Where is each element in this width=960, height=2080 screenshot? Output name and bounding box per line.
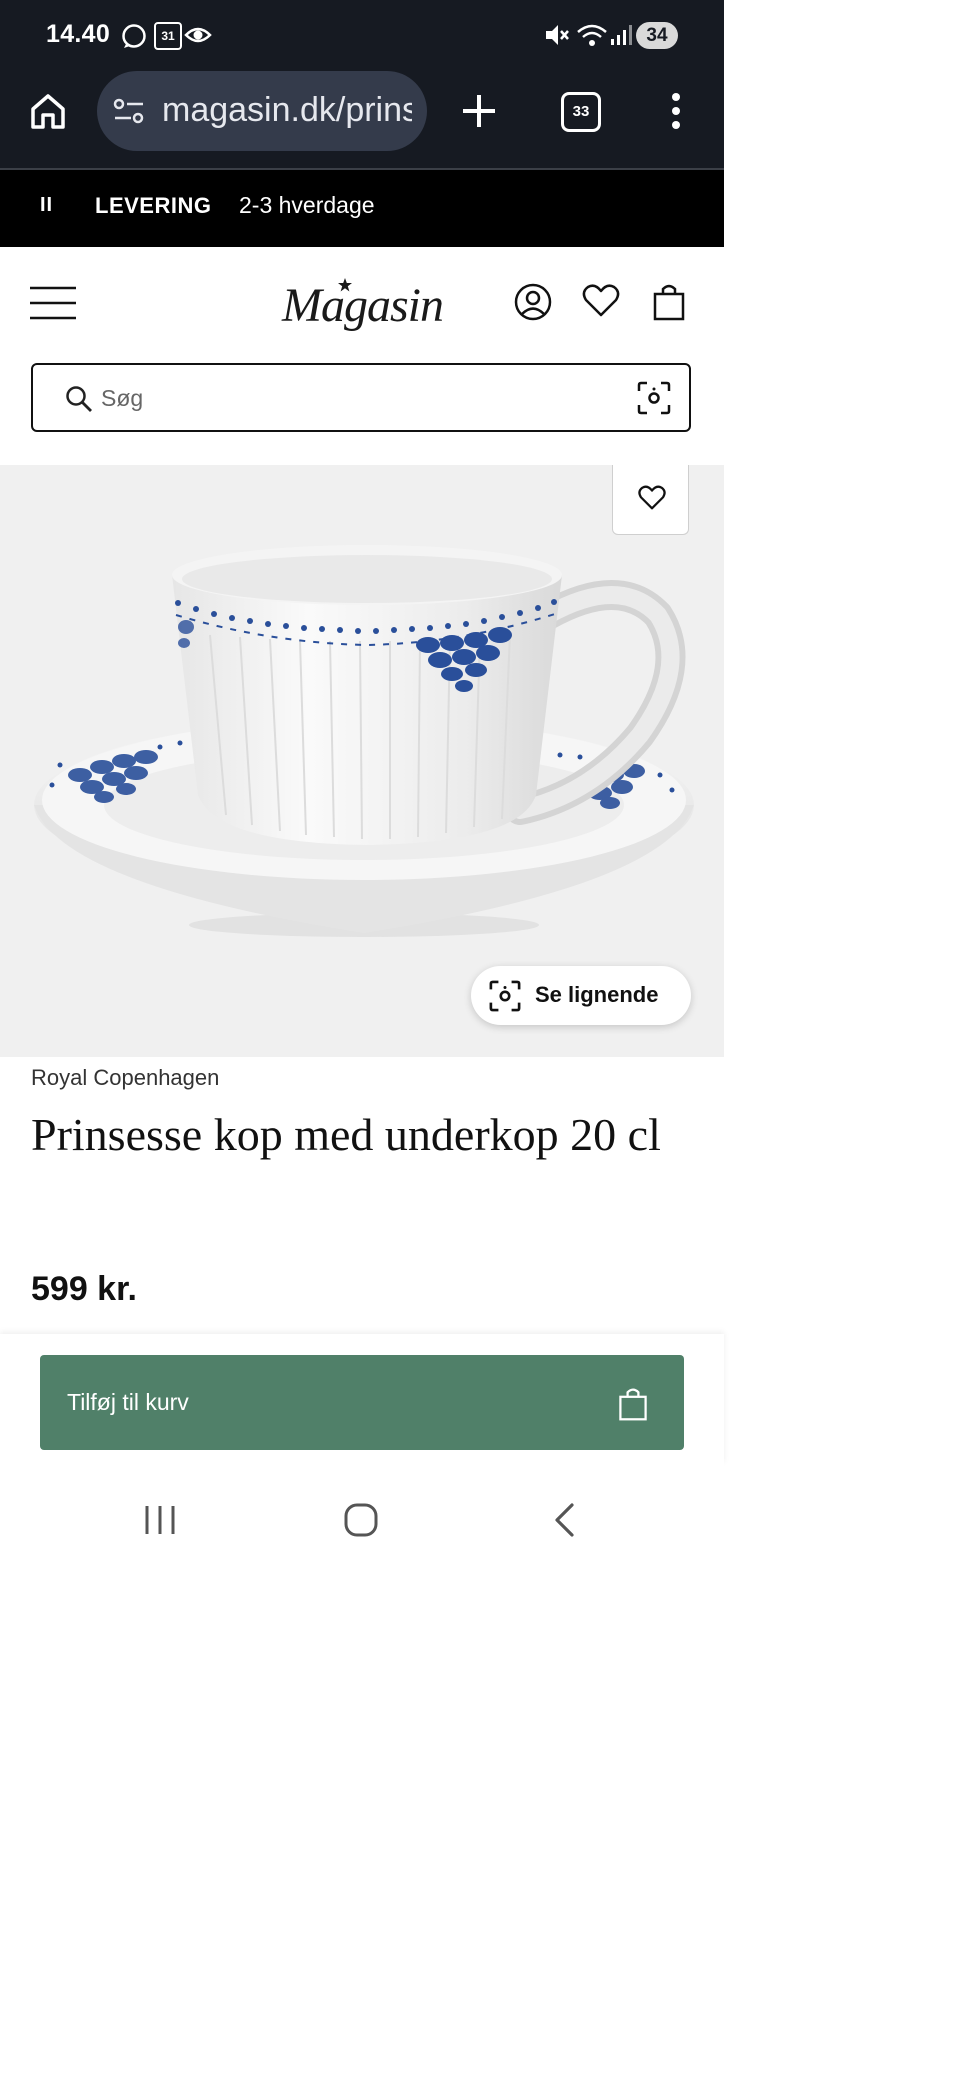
home-icon[interactable] — [28, 91, 68, 131]
wifi-icon — [577, 24, 607, 46]
chat-bubble-icon — [122, 24, 146, 48]
site-logo[interactable]: Magasin — [270, 278, 455, 333]
bag-icon[interactable] — [652, 282, 686, 322]
system-nav-bar — [0, 1464, 724, 1568]
browser-toolbar: magasin.dk/prinsesse-kop-med-underkop 33 — [0, 68, 724, 170]
search-bar[interactable]: Søg — [31, 363, 691, 432]
bag-icon — [619, 1388, 647, 1421]
back-icon[interactable] — [552, 1502, 576, 1538]
visual-search-icon — [489, 980, 521, 1012]
heart-icon — [638, 485, 666, 510]
home-button-icon[interactable] — [343, 1502, 379, 1538]
tabs-icon[interactable]: 33 — [561, 92, 601, 132]
favorite-button[interactable] — [612, 465, 689, 535]
mute-icon — [546, 25, 569, 45]
menu-icon[interactable] — [30, 286, 76, 320]
search-input[interactable]: Søg — [101, 385, 143, 412]
add-to-cart-button[interactable]: Tilføj til kurv — [40, 1355, 684, 1450]
pause-button[interactable]: II — [40, 194, 53, 217]
visual-search-icon[interactable] — [637, 381, 671, 415]
status-time: 14.40 — [46, 20, 111, 48]
add-to-cart-label: Tilføj til kurv — [67, 1389, 189, 1415]
signal-icon — [611, 25, 632, 45]
delivery-days: 2-3 hverdage — [239, 192, 375, 218]
delivery-banner: II LEVERING 2-3 hverdage — [0, 170, 724, 247]
see-similar-button[interactable]: Se lignende — [471, 966, 691, 1025]
product-image[interactable]: Se lignende — [0, 465, 724, 1057]
calendar-icon: 31 — [154, 22, 182, 50]
see-similar-label: Se lignende — [535, 982, 659, 1007]
recent-apps-icon[interactable] — [143, 1504, 177, 1536]
address-bar[interactable]: magasin.dk/prinsesse-kop-med-underkop — [97, 71, 427, 151]
site-settings-icon[interactable] — [113, 97, 145, 125]
product-price: 599 kr. — [31, 1270, 137, 1308]
sticky-cart-bar: Tilføj til kurv — [0, 1334, 724, 1464]
product-brand[interactable]: Royal Copenhagen — [31, 1065, 219, 1091]
logo-star-icon — [338, 278, 352, 292]
new-tab-icon[interactable] — [460, 92, 498, 130]
product-title: Prinsesse kop med underkop 20 cl — [31, 1109, 661, 1160]
search-icon — [66, 386, 92, 412]
heart-icon[interactable] — [582, 284, 620, 318]
more-menu-icon[interactable] — [668, 92, 684, 130]
delivery-label: LEVERING — [95, 193, 212, 218]
eye-icon — [184, 27, 212, 43]
account-icon[interactable] — [514, 283, 552, 321]
url-text[interactable]: magasin.dk/prinsesse-kop-med-underkop — [162, 91, 412, 130]
status-bar: 14.40 31 34 — [0, 0, 724, 68]
battery-icon: 34 — [636, 22, 678, 49]
